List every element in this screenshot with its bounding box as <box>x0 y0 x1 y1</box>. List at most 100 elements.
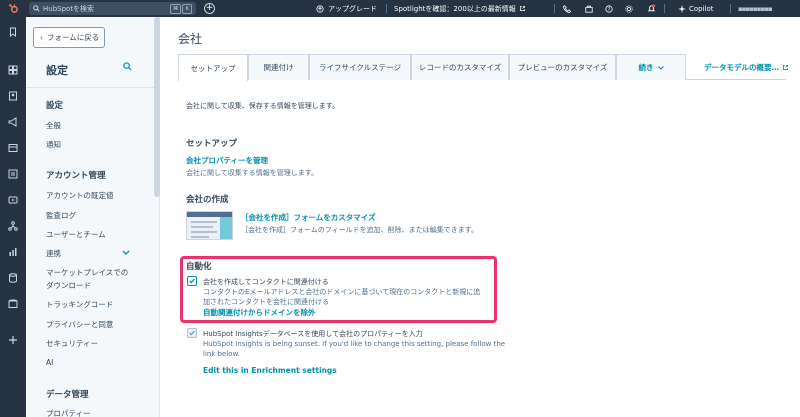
sidebar-item-notifications[interactable]: 通知 <box>46 139 61 150</box>
sidebar-item-security[interactable]: セキュリティー <box>46 338 98 349</box>
sidebar-item-account-defaults[interactable]: アカウントの既定値 <box>46 190 114 201</box>
external-link-icon <box>519 6 525 11</box>
manage-company-properties-link[interactable]: 会社プロパティーを管理 <box>186 155 268 166</box>
content-icon[interactable] <box>8 143 18 153</box>
form-preview-thumbnail <box>186 211 233 240</box>
tab-bar: セットアップ 関連付け ライフサイクルステージ レコードのカスタマイズ プレビュ… <box>178 54 789 81</box>
upgrade-icon <box>316 4 324 13</box>
spotlight-label: Spotlightを確認：200以上の最新情報 <box>394 4 516 13</box>
sidebar-scrollbar[interactable] <box>154 17 160 197</box>
tab-more-label: 続き <box>638 63 654 72</box>
auto-associate-checkbox[interactable] <box>187 276 197 286</box>
external-link-icon <box>782 64 789 70</box>
account-name: ▪▪▪▪▪▪▪▪▪ <box>738 4 773 13</box>
tab-lifecycle-stages[interactable]: ライフサイクルステージ <box>309 54 411 80</box>
spotlight-link[interactable]: Spotlightを確認：200以上の最新情報 <box>394 0 526 17</box>
back-label: フォームに戻る <box>47 33 100 42</box>
chevron-left-icon: ‹ <box>40 33 43 42</box>
search-placeholder: HubSpotを検索 <box>43 4 95 13</box>
chevron-down-icon <box>657 65 664 70</box>
commerce-icon[interactable] <box>8 195 18 205</box>
setup-description: 会社に関して収集する情報を管理します。 <box>186 169 319 177</box>
tab-more[interactable]: 続き <box>616 54 686 80</box>
back-to-forms-button[interactable]: ‹ フォームに戻る <box>33 27 105 48</box>
contacts-icon[interactable] <box>8 91 18 101</box>
tab-associations[interactable]: 関連付け <box>248 54 309 80</box>
insights-description-line1: HubSpot Insights is being sunset. If you… <box>203 340 506 348</box>
sidebar-item-tracking-code[interactable]: トラッキングコード <box>46 299 113 310</box>
copilot-label: Copilot <box>689 4 714 13</box>
setup-heading: セットアップ <box>186 139 238 149</box>
divider <box>386 4 387 13</box>
help-icon[interactable]: ? <box>604 0 614 17</box>
sidebar-item-properties[interactable]: プロパティー <box>46 408 91 417</box>
upgrade-label: アップグレード <box>328 4 377 13</box>
sidebar-heading-data: データ管理 <box>46 390 89 400</box>
automation-heading: 自動化 <box>186 262 212 272</box>
automation-icon[interactable] <box>8 221 18 231</box>
hubspot-logo-icon[interactable] <box>0 0 26 17</box>
insights-label: HubSpot Insightsデータベースを使用して会社のプロパティーを入力 <box>203 330 423 338</box>
sidebar-item-audit-log[interactable]: 監査ログ <box>46 210 76 221</box>
auto-associate-label: 会社を作成してコンタクトに関連付ける <box>203 278 329 286</box>
sparkle-icon <box>678 4 686 13</box>
sidebar-item-marketplace[interactable]: マーケットプレイスでの <box>46 267 128 278</box>
sidebar-heading-account: アカウント管理 <box>46 171 106 181</box>
sidebar-item-integrations[interactable]: 連携 <box>46 248 61 259</box>
marketplace-icon[interactable] <box>584 0 594 17</box>
create-plus-button[interactable]: + <box>204 3 215 14</box>
tab-setup[interactable]: セットアップ <box>178 54 248 81</box>
reports-icon[interactable] <box>8 247 18 257</box>
enrichment-settings-link[interactable]: Edit this in Enrichment settings <box>203 366 337 375</box>
tab-record-customization[interactable]: レコードのカスタマイズ <box>411 54 509 80</box>
customize-create-company-form-link[interactable]: ［会社を作成］フォームをカスタマイズ <box>241 212 376 223</box>
checkmark-icon <box>189 330 195 336</box>
page-title: 会社 <box>178 32 203 46</box>
account-menu[interactable]: ▪▪▪▪▪▪▪▪▪ <box>738 0 773 17</box>
dashboard-icon[interactable] <box>8 65 18 75</box>
settings-sidebar: ‹ フォームに戻る 設定 設定 全般 通知 アカウント管理 アカウントの既定値 … <box>26 17 160 417</box>
copilot-button[interactable]: Copilot <box>678 0 714 17</box>
sidebar-item-marketplace-downloads[interactable]: ダウンロード <box>46 280 91 291</box>
sidebar-heading-settings: 設定 <box>46 101 64 111</box>
data-model-link-label: データモデルの概要… <box>704 62 779 72</box>
bookmark-icon[interactable] <box>8 27 18 37</box>
main-navigation-rail <box>0 17 26 417</box>
chevron-down-icon[interactable] <box>122 250 130 256</box>
bell-icon[interactable] <box>646 0 656 17</box>
sidebar-item-users-teams[interactable]: ユーザーとチーム <box>46 229 106 240</box>
sidebar-title: 設定 <box>46 64 68 77</box>
expand-icon[interactable] <box>8 335 18 345</box>
insights-description-line2: link below. <box>203 350 240 358</box>
phone-icon[interactable] <box>562 0 572 17</box>
megaphone-icon[interactable] <box>8 117 18 127</box>
database-icon[interactable] <box>8 273 18 283</box>
search-icon[interactable] <box>123 62 132 71</box>
divider <box>554 4 555 13</box>
top-navigation-bar: HubSpotを検索 ⌘ K + アップグレード Spotlightを確認：20… <box>0 0 800 17</box>
data-model-overview-link[interactable]: データモデルの概要… <box>704 54 789 80</box>
shortcut-key: ⌘ <box>169 3 182 14</box>
library-icon[interactable] <box>8 299 18 309</box>
page-description: 会社に関して収集、保存する情報を管理します。 <box>186 102 340 110</box>
upgrade-button[interactable]: アップグレード <box>316 0 377 17</box>
search-icon <box>33 5 40 12</box>
sidebar-item-ai[interactable]: AI <box>46 358 53 367</box>
sidebar-item-privacy[interactable]: プライバシーと同意 <box>46 319 113 330</box>
auto-associate-description-line1: コンタクトのEメールアドレスと会社のドメインに基づいて現在のコンタクトと新規に追 <box>203 288 481 296</box>
sidebar-item-general[interactable]: 全般 <box>46 120 61 131</box>
checkmark-icon <box>189 278 195 284</box>
create-form-description: ［会社を作成］フォームのフィールドを追加、削除、または編集できます。 <box>241 226 478 234</box>
sales-icon[interactable] <box>8 169 18 179</box>
auto-associate-description-line2: 加されたコンタクトを会社に関連付ける <box>203 298 329 306</box>
divider <box>26 87 159 88</box>
shortcut-key: K <box>182 3 192 14</box>
divider <box>664 4 665 13</box>
divider <box>730 4 731 13</box>
tab-preview-customization[interactable]: プレビューのカスタマイズ <box>509 54 616 80</box>
exclude-domains-link[interactable]: 自動関連付けからドメインを除外 <box>203 307 316 318</box>
global-search-input[interactable]: HubSpotを検索 ⌘ K <box>29 2 196 15</box>
company-creation-heading: 会社の作成 <box>186 195 229 205</box>
insights-checkbox[interactable] <box>187 328 197 338</box>
gear-icon[interactable] <box>624 0 634 17</box>
